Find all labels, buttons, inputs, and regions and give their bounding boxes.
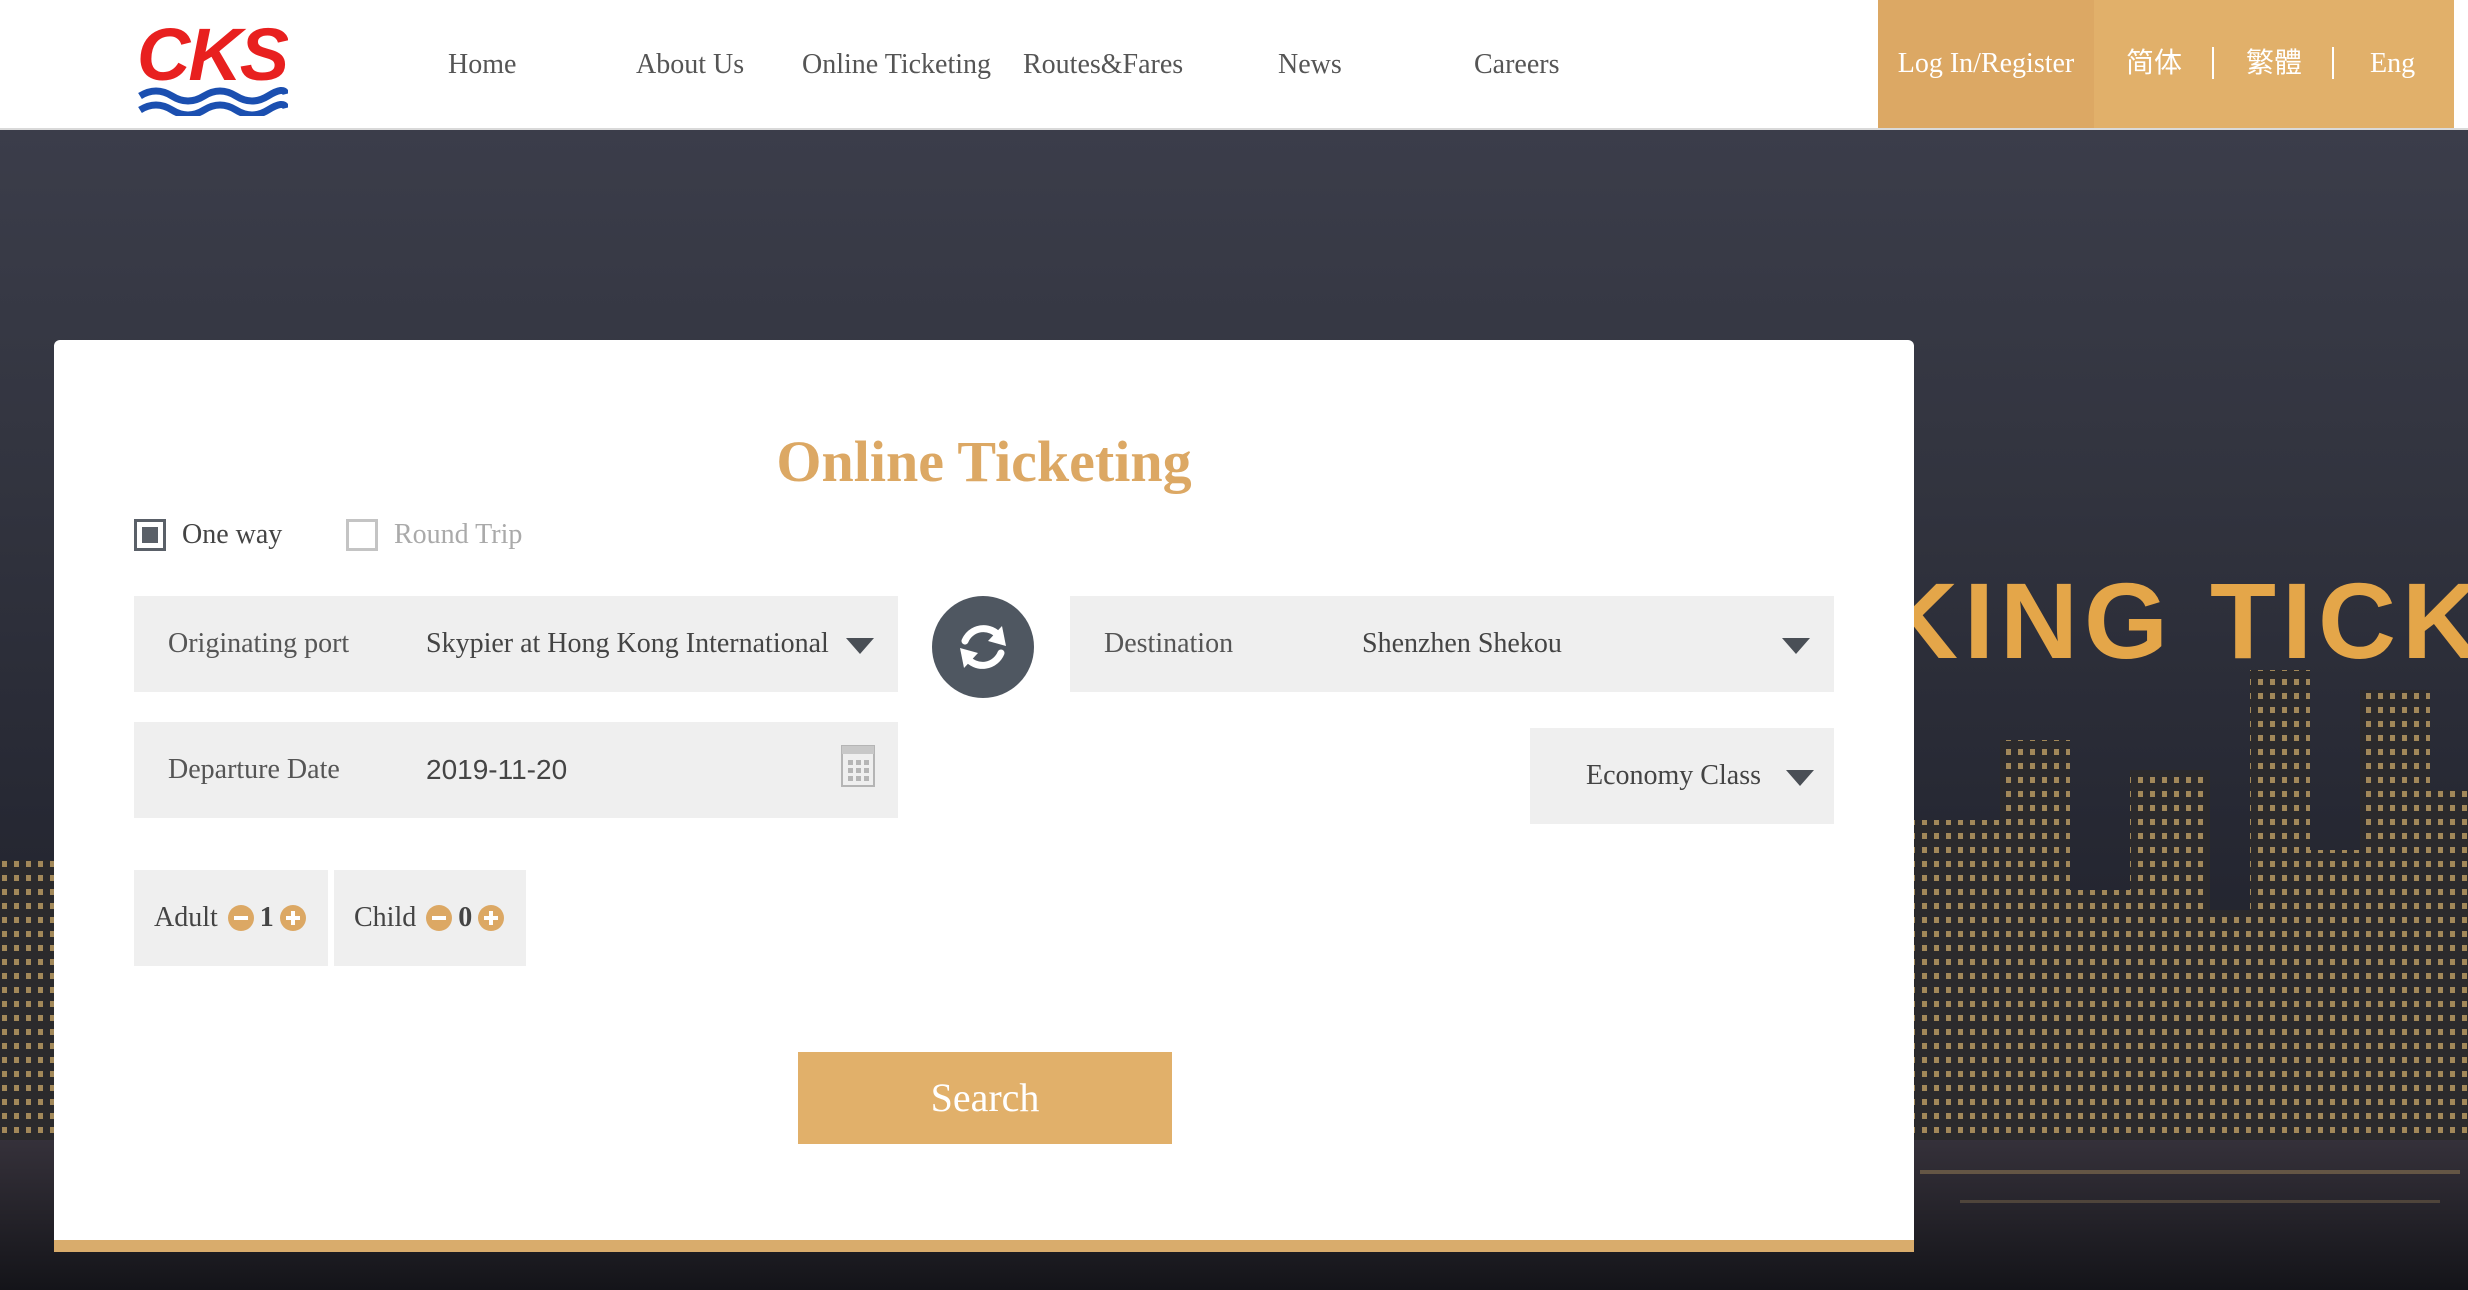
- adult-label: Adult: [154, 902, 218, 933]
- child-count: 0: [458, 902, 473, 933]
- lang-english[interactable]: Eng: [2370, 0, 2415, 128]
- checkbox-checked-icon: [134, 519, 166, 551]
- login-register-button[interactable]: Log In/Register: [1878, 0, 2094, 128]
- one-way-checkbox[interactable]: One way: [134, 518, 282, 552]
- adult-counter: Adult 1: [134, 870, 328, 966]
- round-trip-checkbox[interactable]: Round Trip: [346, 518, 522, 552]
- site-header: CKS Home About Us Online Ticketing Route…: [0, 0, 2468, 130]
- child-plus-icon[interactable]: [478, 905, 505, 931]
- child-counter: Child 0: [334, 870, 526, 966]
- nav-careers[interactable]: Careers: [1474, 0, 1560, 130]
- caret-down-icon: [1786, 770, 1814, 786]
- booking-card: Online Ticketing One way Round Trip Orig…: [54, 340, 1914, 1250]
- cks-logo[interactable]: CKS: [136, 12, 288, 116]
- calendar-icon[interactable]: [840, 744, 876, 788]
- class-select[interactable]: Economy Class: [1530, 728, 1834, 824]
- caret-down-icon: [1782, 638, 1810, 654]
- adult-count: 1: [259, 902, 274, 933]
- one-way-label: One way: [182, 519, 283, 550]
- class-value: Economy Class: [1586, 760, 1761, 791]
- lang-traditional[interactable]: 繁體: [2246, 0, 2302, 128]
- nav-online-ticketing[interactable]: Online Ticketing: [802, 0, 991, 130]
- checkbox-unchecked-icon: [346, 519, 378, 551]
- nav-home[interactable]: Home: [448, 0, 516, 130]
- nav-routes-fares[interactable]: Routes&Fares: [1023, 0, 1183, 130]
- nav-news[interactable]: News: [1278, 0, 1342, 130]
- departure-date-label: Departure Date: [168, 754, 340, 785]
- adult-plus-icon[interactable]: [279, 905, 306, 931]
- caret-down-icon: [846, 638, 874, 654]
- origin-port-value: Skypier at Hong Kong International: [426, 628, 829, 659]
- hero-banner-text: KING TICKE: [1880, 560, 2468, 681]
- origin-port-select[interactable]: Originating port Skypier at Hong Kong In…: [134, 596, 898, 692]
- swap-icon: [960, 625, 1006, 669]
- child-label: Child: [354, 902, 417, 933]
- swap-ports-button[interactable]: [932, 596, 1034, 698]
- destination-select[interactable]: Destination Shenzhen Shekou: [1070, 596, 1834, 692]
- booking-title: Online Ticketing: [776, 429, 1192, 494]
- lang-divider: [2332, 47, 2334, 79]
- round-trip-label: Round Trip: [394, 519, 523, 550]
- nav-about-us[interactable]: About Us: [636, 0, 744, 130]
- search-button[interactable]: Search: [798, 1052, 1172, 1144]
- origin-port-label: Originating port: [168, 628, 350, 659]
- adult-minus-icon[interactable]: [227, 905, 254, 931]
- departure-date-field[interactable]: Departure Date 2019-11-20: [134, 722, 898, 818]
- child-minus-icon[interactable]: [426, 905, 453, 931]
- destination-value: Shenzhen Shekou: [1362, 628, 1562, 659]
- destination-label: Destination: [1104, 628, 1234, 659]
- svg-text:CKS: CKS: [137, 13, 288, 96]
- account-language-bar: Log In/Register 简体 繁體 Eng: [1878, 0, 2454, 128]
- card-bottom-accent: [54, 1240, 1914, 1252]
- lang-simplified[interactable]: 简体: [2126, 0, 2182, 128]
- lang-divider: [2212, 47, 2214, 79]
- departure-date-value: 2019-11-20: [426, 754, 568, 785]
